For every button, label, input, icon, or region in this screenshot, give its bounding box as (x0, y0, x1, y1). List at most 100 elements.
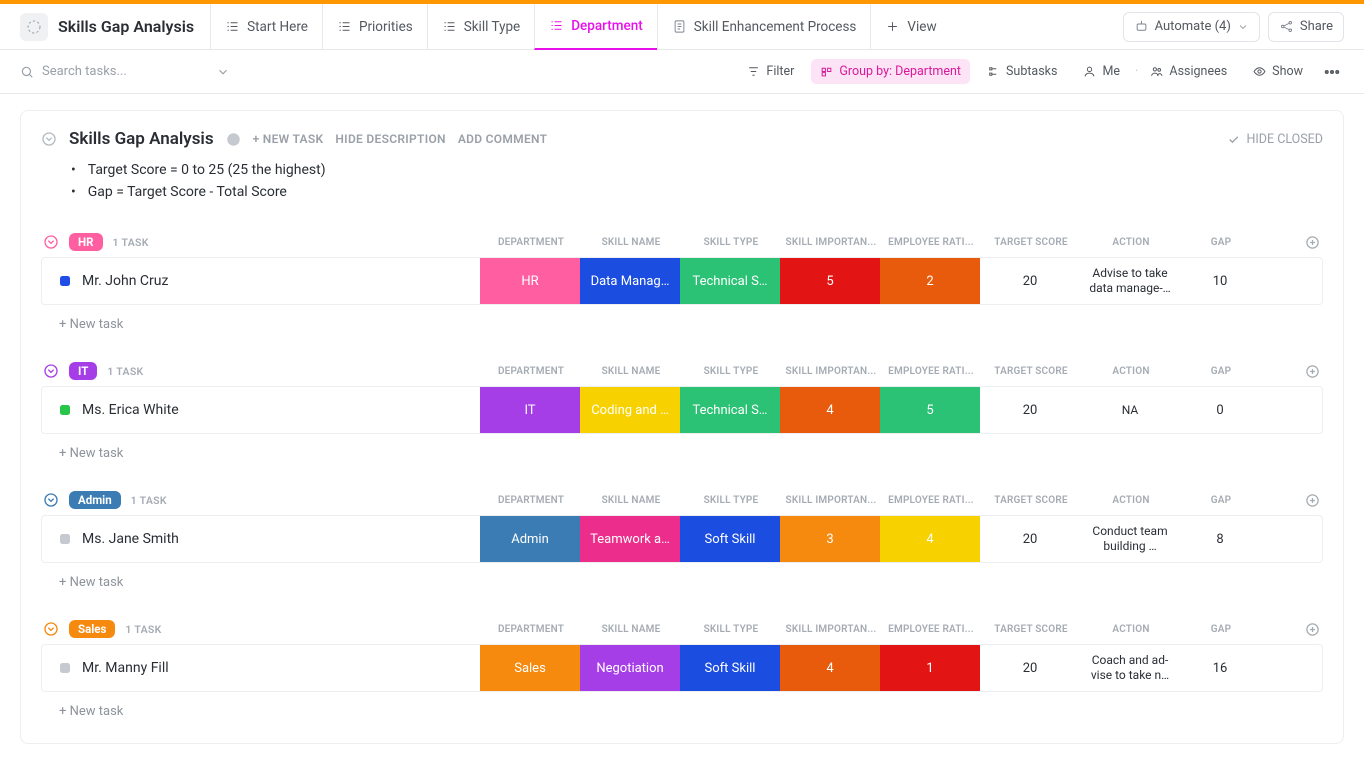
hide-description-button[interactable]: HIDE DESCRIPTION (335, 132, 445, 146)
column-header[interactable]: SKILL NAME (581, 624, 681, 635)
data-cell[interactable]: Data Manag… (580, 258, 680, 304)
new-task-button[interactable]: + New task (41, 305, 1323, 332)
data-cell[interactable]: 4 (780, 387, 880, 433)
filter-button[interactable]: Filter (738, 59, 803, 84)
tab-department[interactable]: Department (534, 4, 657, 50)
group-chip[interactable]: IT (69, 362, 97, 380)
data-cell[interactable]: 4 (780, 645, 880, 691)
collapse-icon[interactable] (41, 131, 57, 147)
collapse-icon[interactable] (43, 363, 59, 379)
show-button[interactable]: Show (1244, 59, 1312, 84)
task-name[interactable]: Mr. Manny Fill (82, 660, 169, 676)
action-cell[interactable]: NA (1080, 400, 1180, 421)
column-header[interactable]: EMPLOYEE RATI... (881, 366, 981, 377)
gap-cell[interactable]: 8 (1180, 516, 1260, 562)
target-score-cell[interactable]: 20 (980, 387, 1080, 433)
column-header[interactable]: GAP (1181, 366, 1261, 377)
task-row[interactable]: Ms. Erica White ITCoding and …Technical S… (41, 386, 1323, 434)
data-cell[interactable]: 5 (780, 258, 880, 304)
data-cell[interactable]: Negotiation (580, 645, 680, 691)
new-task-button[interactable]: + New task (41, 563, 1323, 590)
new-task-button[interactable]: + NEW TASK (253, 132, 324, 146)
new-task-button[interactable]: + New task (41, 434, 1323, 461)
status-indicator[interactable] (60, 534, 70, 544)
tab-add-view[interactable]: View (870, 4, 950, 50)
status-indicator[interactable] (60, 663, 70, 673)
column-header[interactable]: EMPLOYEE RATI... (881, 237, 981, 248)
column-header[interactable]: SKILL NAME (581, 366, 681, 377)
hide-closed-button[interactable]: HIDE CLOSED (1227, 132, 1323, 147)
add-column-button[interactable] (1301, 231, 1323, 253)
search-input[interactable]: Search tasks... (20, 64, 230, 79)
collapse-icon[interactable] (43, 492, 59, 508)
data-cell[interactable]: Admin (480, 516, 580, 562)
target-score-cell[interactable]: 20 (980, 258, 1080, 304)
column-header[interactable]: DEPARTMENT (481, 366, 581, 377)
column-header[interactable]: TARGET SCORE (981, 495, 1081, 506)
data-cell[interactable]: Technical S… (680, 258, 780, 304)
share-button[interactable]: Share (1268, 12, 1344, 42)
group-chip[interactable]: Admin (69, 491, 121, 509)
column-header[interactable]: DEPARTMENT (481, 624, 581, 635)
add-column-button[interactable] (1301, 489, 1323, 511)
target-score-cell[interactable]: 20 (980, 516, 1080, 562)
column-header[interactable]: GAP (1181, 237, 1261, 248)
action-cell[interactable]: Conduct team building … (1080, 521, 1180, 557)
group-chip[interactable]: Sales (69, 620, 115, 638)
column-header[interactable]: SKILL IMPORTAN... (781, 237, 881, 248)
column-header[interactable]: ACTION (1081, 624, 1181, 635)
status-indicator[interactable] (60, 276, 70, 286)
data-cell[interactable]: Coding and … (580, 387, 680, 433)
data-cell[interactable]: Teamwork a… (580, 516, 680, 562)
me-button[interactable]: Me (1074, 59, 1129, 84)
task-row[interactable]: Mr. Manny Fill SalesNegotiationSoft Skill… (41, 644, 1323, 692)
add-comment-button[interactable]: ADD COMMENT (458, 132, 548, 146)
gap-cell[interactable]: 10 (1180, 258, 1260, 304)
data-cell[interactable]: 2 (880, 258, 980, 304)
subtasks-button[interactable]: Subtasks (978, 59, 1066, 84)
tab-skill-enhancement[interactable]: Skill Enhancement Process (657, 4, 871, 50)
column-header[interactable]: ACTION (1081, 237, 1181, 248)
data-cell[interactable]: 4 (880, 516, 980, 562)
target-score-cell[interactable]: 20 (980, 645, 1080, 691)
action-cell[interactable]: Advise to take data manage-… (1080, 263, 1180, 299)
task-row[interactable]: Ms. Jane SmithAdminTeamwork a…Soft Skill… (41, 515, 1323, 563)
column-header[interactable]: TARGET SCORE (981, 237, 1081, 248)
column-header[interactable]: SKILL IMPORTAN... (781, 624, 881, 635)
task-name[interactable]: Ms. Erica White (82, 402, 179, 418)
data-cell[interactable]: Sales (480, 645, 580, 691)
workspace-icon[interactable] (20, 13, 48, 41)
collapse-icon[interactable] (43, 234, 59, 250)
data-cell[interactable]: Soft Skill (680, 645, 780, 691)
column-header[interactable]: SKILL TYPE (681, 366, 781, 377)
task-row[interactable]: Mr. John CruzHRData Manag…Technical S…52… (41, 257, 1323, 305)
data-cell[interactable]: Technical S… (680, 387, 780, 433)
column-header[interactable]: EMPLOYEE RATI... (881, 624, 981, 635)
data-cell[interactable]: 1 (880, 645, 980, 691)
column-header[interactable]: EMPLOYEE RATI... (881, 495, 981, 506)
column-header[interactable]: ACTION (1081, 366, 1181, 377)
column-header[interactable]: SKILL NAME (581, 495, 681, 506)
column-header[interactable]: SKILL IMPORTAN... (781, 495, 881, 506)
column-header[interactable]: GAP (1181, 495, 1261, 506)
column-header[interactable]: SKILL TYPE (681, 237, 781, 248)
info-icon[interactable] (226, 132, 241, 147)
automate-button[interactable]: Automate (4) (1123, 12, 1260, 42)
tab-skill-type[interactable]: Skill Type (427, 4, 535, 50)
data-cell[interactable]: 3 (780, 516, 880, 562)
column-header[interactable]: SKILL TYPE (681, 624, 781, 635)
gap-cell[interactable]: 16 (1180, 645, 1260, 691)
task-name[interactable]: Mr. John Cruz (82, 273, 168, 289)
data-cell[interactable]: Soft Skill (680, 516, 780, 562)
status-indicator[interactable] (60, 405, 70, 415)
group-by-button[interactable]: Group by: Department (811, 59, 970, 84)
more-button[interactable] (1320, 58, 1344, 86)
data-cell[interactable]: IT (480, 387, 580, 433)
column-header[interactable]: TARGET SCORE (981, 624, 1081, 635)
data-cell[interactable]: 5 (880, 387, 980, 433)
column-header[interactable]: DEPARTMENT (481, 237, 581, 248)
column-header[interactable]: TARGET SCORE (981, 366, 1081, 377)
assignees-button[interactable]: Assignees (1141, 59, 1236, 84)
add-column-button[interactable] (1301, 360, 1323, 382)
new-task-button[interactable]: + New task (41, 692, 1323, 719)
